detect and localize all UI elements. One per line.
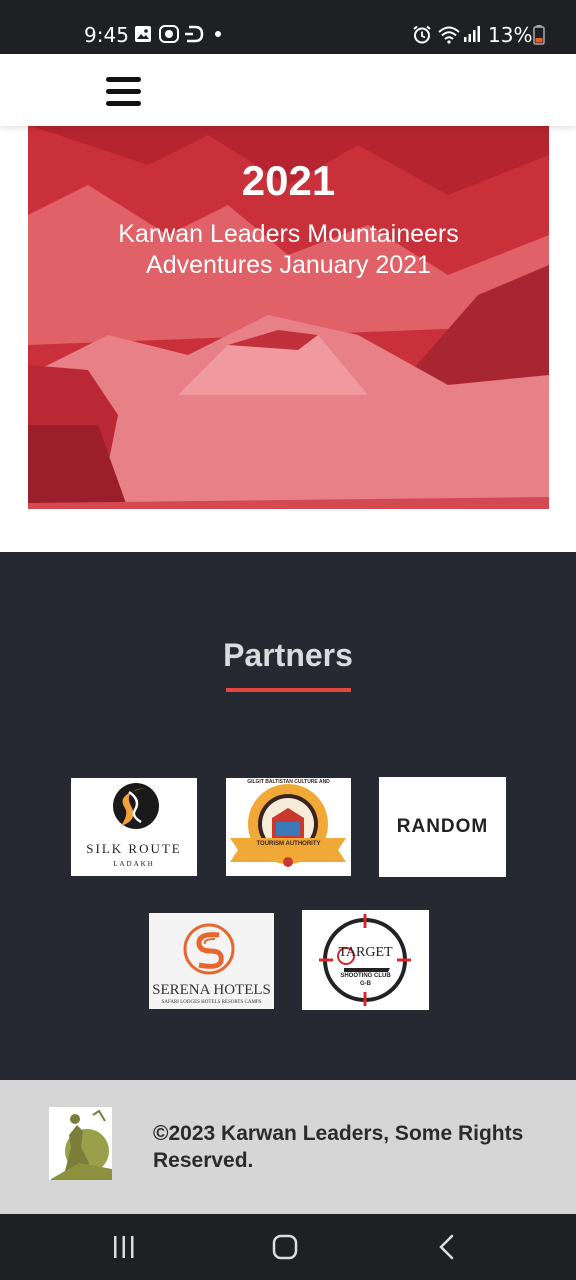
partners-heading: Partners (223, 637, 353, 673)
hero-year: 2021 (241, 157, 336, 204)
partner-logo-gb-tourism[interactable]: GILGIT BALTISTAN CULTURE AND TOURISM AUT… (226, 778, 351, 876)
hero-title[interactable]: Karwan Leaders Mountaineers Adventures J… (58, 219, 519, 281)
system-nav-bar (0, 1214, 576, 1280)
gb-tourism-emblem-icon (230, 784, 346, 867)
partners-section: Partners SILK ROUTE LADAKH GILGIT BALTIS… (0, 552, 576, 1080)
target-subtext: SHOOTING CLUB (340, 973, 391, 979)
site-header (0, 54, 576, 126)
hero-card[interactable]: 2021 Karwan Leaders Mountaineers Adventu… (28, 125, 549, 509)
wifi-icon (438, 26, 460, 44)
footer-copyright: ©2023 Karwan Leaders, Some Rights Reserv… (153, 1122, 524, 1172)
serena-text: SERENA HOTELS (152, 982, 271, 998)
partner-logo-target[interactable]: TARGET SHOOTING CLUB G-B (302, 910, 429, 1010)
back-icon[interactable] (427, 1232, 467, 1262)
footer-logo[interactable] (49, 1107, 112, 1180)
partner-logo-serena[interactable]: SERENA HOTELS SAFARI LODGES HOTELS RESOR… (149, 913, 274, 1009)
hamburger-menu-icon[interactable] (104, 74, 144, 108)
battery-percent: 13% (488, 23, 533, 47)
signal-icon (464, 26, 480, 42)
battery-icon (533, 25, 545, 45)
alarm-icon (413, 25, 431, 44)
coin-icon (159, 25, 179, 43)
target-text: TARGET (338, 945, 393, 960)
status-bar: 9:45 13% (0, 0, 576, 54)
gb-tourism-ring-text: GILGIT BALTISTAN CULTURE AND (247, 779, 330, 785)
serena-subtext: SAFARI LODGES HOTELS RESORTS CAMPS (161, 1000, 262, 1005)
random-logo-text: RANDOM (396, 816, 489, 837)
partner-logo-silk-route[interactable]: SILK ROUTE LADAKH (71, 778, 197, 876)
site-footer: ©2023 Karwan Leaders, Some Rights Reserv… (0, 1080, 576, 1214)
partner-logo-random[interactable]: RANDOM (379, 777, 506, 877)
silk-route-subtext: LADAKH (113, 860, 155, 868)
d-app-icon (185, 25, 204, 43)
silk-route-text: SILK ROUTE (86, 841, 182, 856)
status-time: 9:45 (84, 23, 129, 47)
recent-apps-icon[interactable] (104, 1232, 144, 1262)
gallery-icon (135, 26, 151, 42)
target-subtext-gb: G-B (360, 981, 371, 987)
gb-tourism-ribbon-text: TOURISM AUTHORITY (256, 841, 321, 847)
dot-icon (215, 31, 221, 37)
climber-logo-icon (51, 1109, 112, 1180)
home-icon[interactable] (265, 1232, 305, 1262)
heading-underline (226, 688, 351, 692)
